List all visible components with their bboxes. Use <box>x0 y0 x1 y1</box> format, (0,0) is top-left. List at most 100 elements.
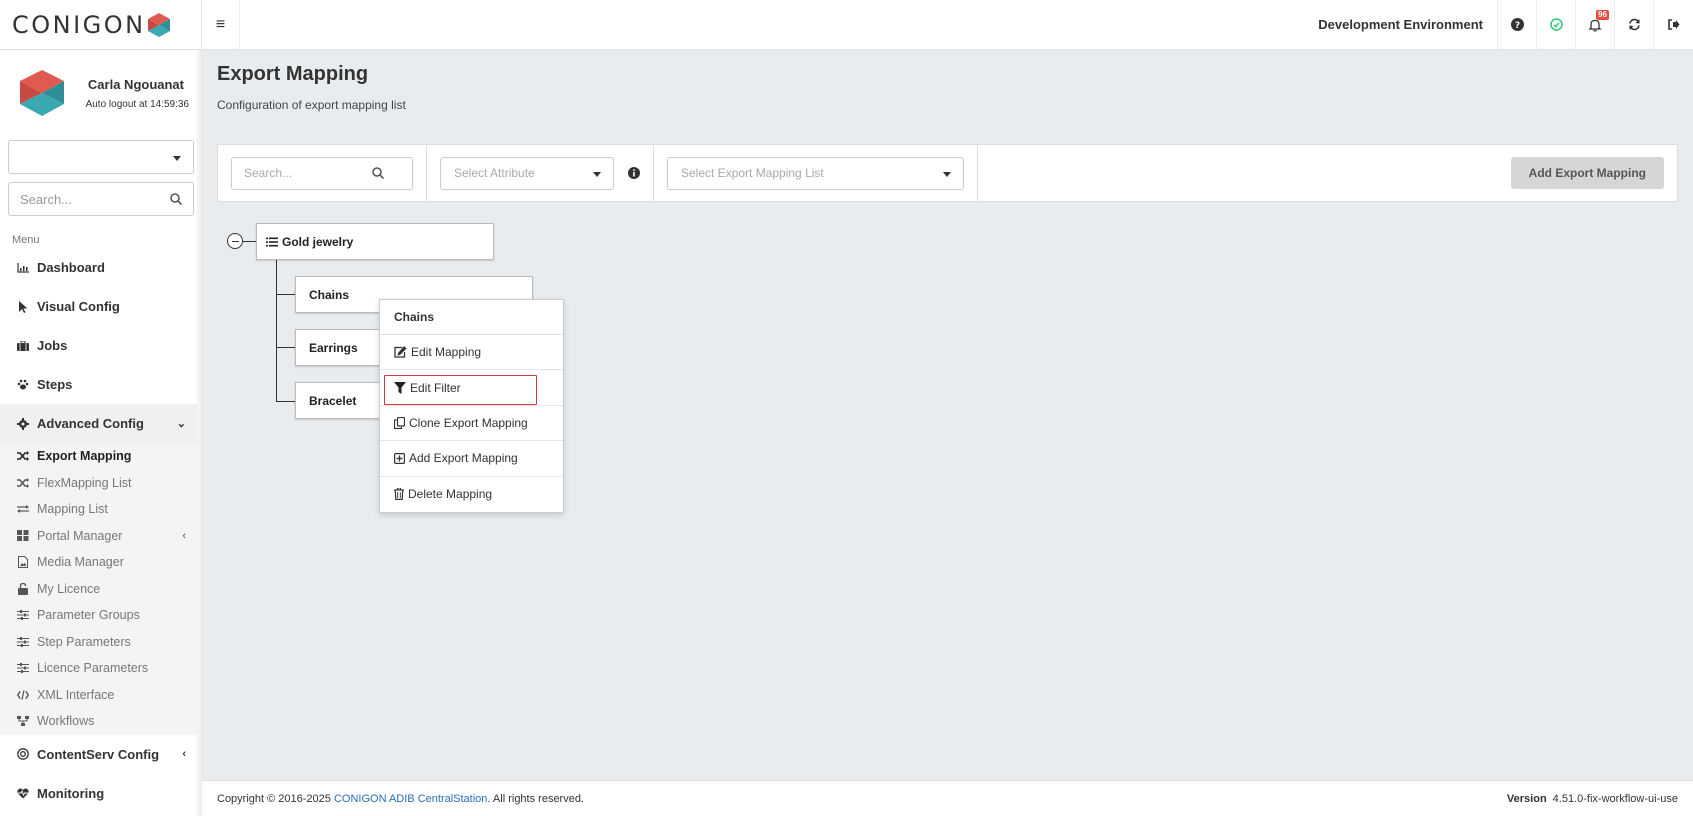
sidebar-item-label: Licence Parameters <box>37 661 149 676</box>
sidebar-item-workflows[interactable]: Workflows <box>0 708 201 735</box>
select-attribute-placeholder: Select Attribute <box>454 166 535 180</box>
help-icon[interactable]: ? <box>1498 0 1537 50</box>
brand-link[interactable]: CONIGON ADIB CentralStation <box>334 793 487 805</box>
sidebar-item-licence-parameters[interactable]: Licence Parameters <box>0 655 201 682</box>
tree-connector <box>276 260 277 402</box>
sidebar-item-my-licence[interactable]: My Licence <box>0 576 201 603</box>
sidebar-item-visual-config[interactable]: Visual Config <box>0 287 201 326</box>
gear-icon <box>17 417 29 430</box>
chart-icon <box>17 262 29 273</box>
sliders-icon <box>17 663 29 674</box>
shuffle-icon <box>17 477 29 488</box>
sidebar-item-contentserv-config[interactable]: ContentServ Config ‹ <box>0 735 201 774</box>
context-menu-delete-mapping[interactable]: Delete Mapping <box>380 477 563 512</box>
context-menu-label: Clone Export Mapping <box>409 415 528 430</box>
context-menu: Chains Edit Mapping Edit Filter Clone Ex… <box>379 299 564 513</box>
sidebar-item-label: Monitoring <box>37 785 105 801</box>
sidebar-item-steps[interactable]: Steps <box>0 365 201 404</box>
sidebar-item-label: Portal Manager <box>37 528 123 543</box>
sidebar-item-advanced-config[interactable]: Advanced Config ⌄ <box>0 404 201 443</box>
sidebar-item-mapping-list[interactable]: Mapping List <box>0 496 201 523</box>
sidebar-item-monitoring[interactable]: Monitoring <box>0 774 201 813</box>
search-icon[interactable] <box>159 193 193 205</box>
toolbar-search-cell <box>218 145 427 201</box>
sidebar-item-label: Jobs <box>37 338 68 353</box>
sidebar-item-dashboard[interactable]: Dashboard <box>0 248 201 287</box>
auto-logout-text: Auto logout at 14:59:36 <box>85 99 189 110</box>
toolbar-attribute-cell: Select Attribute <box>427 145 654 201</box>
code-icon <box>17 690 29 700</box>
page-title: Export Mapping <box>217 63 369 85</box>
sidebar-search-input[interactable] <box>9 191 159 207</box>
sliders-icon <box>17 636 29 647</box>
select-export-mapping-list-dropdown[interactable]: Select Export Mapping List <box>667 156 964 190</box>
heartbeat-icon <box>17 788 29 799</box>
sidebar-item-jobs[interactable]: Jobs <box>0 326 201 365</box>
sidebar-item-label: FlexMapping List <box>37 475 132 490</box>
exchange-icon <box>17 504 29 514</box>
version-value: 4.51.0-fix-workflow-ui-use <box>1552 792 1678 805</box>
logout-icon[interactable] <box>1654 0 1693 50</box>
shuffle-icon <box>17 451 29 462</box>
toolbar-search-input[interactable] <box>232 166 372 180</box>
filter-icon <box>394 381 406 394</box>
plus-square-icon <box>394 452 405 464</box>
notification-badge: 96 <box>1596 9 1609 20</box>
version-label: Version <box>1506 792 1547 805</box>
sidebar-item-label: Workflows <box>37 714 95 729</box>
menu-header: Menu <box>12 234 40 246</box>
tree-connector <box>276 401 296 402</box>
notifications-bell-icon[interactable]: 96 <box>1576 0 1615 50</box>
sidebar-item-portal-manager[interactable]: Portal Manager ‹ <box>0 523 201 550</box>
context-menu-label: Edit Filter <box>410 380 461 395</box>
sidebar-item-label: Mapping List <box>37 502 108 517</box>
user-panel: Carla Ngouanat Auto logout at 14:59:36 <box>0 50 201 140</box>
refresh-icon[interactable] <box>1615 0 1654 50</box>
add-export-mapping-button[interactable]: Add Export Mapping <box>1510 157 1664 189</box>
sidebar-item-label: XML Interface <box>37 687 115 702</box>
sidebar-item-label: Advanced Config <box>37 416 144 431</box>
sidebar-item-label: Steps <box>37 377 73 392</box>
edit-icon <box>394 346 407 358</box>
sidebar-item-media-manager[interactable]: Media Manager <box>0 549 201 576</box>
user-name: Carla Ngouanat <box>87 77 184 92</box>
sidebar-item-step-parameters[interactable]: Step Parameters <box>0 629 201 656</box>
tree-connector <box>276 294 296 295</box>
search-icon[interactable] <box>372 167 384 179</box>
sidebar-item-label: Visual Config <box>37 299 120 314</box>
tree-node-label: Bracelet <box>309 393 357 408</box>
context-menu-add-export-mapping[interactable]: Add Export Mapping <box>380 441 563 477</box>
toolbar-search <box>231 156 413 190</box>
sidebar-item-parameter-groups[interactable]: Parameter Groups <box>0 602 201 629</box>
sidebar-item-flexmapping-list[interactable]: FlexMapping List <box>0 470 201 497</box>
sitemap-icon <box>17 716 29 727</box>
sliders-icon <box>17 610 29 621</box>
pointer-icon <box>17 300 29 313</box>
avatar-logo-icon <box>20 70 64 116</box>
grid-icon <box>17 530 29 542</box>
unlock-icon <box>17 582 29 595</box>
tree-node-root[interactable]: Gold jewelry <box>256 223 494 260</box>
context-menu-clone-export-mapping[interactable]: Clone Export Mapping <box>380 406 563 442</box>
info-icon[interactable] <box>628 167 640 179</box>
sidebar-item-xml-interface[interactable]: XML Interface <box>0 682 201 709</box>
logo[interactable]: CONIGON <box>0 0 202 50</box>
hamburger-menu-icon[interactable]: ≡ <box>202 0 240 50</box>
paw-icon <box>17 379 29 390</box>
footer: Copyright © 2016-2025 CONIGON ADIB Centr… <box>202 780 1693 816</box>
sidebar-dropdown[interactable] <box>8 140 194 174</box>
sidebar-item-label: My Licence <box>37 581 101 596</box>
sidebar-item-label: Export Mapping <box>37 449 132 464</box>
status-ok-icon[interactable] <box>1537 0 1576 50</box>
top-navbar: ≡ Development Environment ? 96 <box>202 0 1693 50</box>
sidebar-item-label: ContentServ Config <box>37 746 160 762</box>
logo-text: CONIGON <box>12 10 146 39</box>
chevron-down-icon: ⌄ <box>176 418 186 430</box>
tree-node-label: Chains <box>309 287 350 302</box>
context-menu-edit-filter[interactable]: Edit Filter <box>380 370 563 406</box>
collapse-tree-icon[interactable] <box>227 233 243 249</box>
context-menu-edit-mapping[interactable]: Edit Mapping <box>380 335 563 371</box>
sidebar-item-export-mapping[interactable]: Export Mapping <box>0 443 201 470</box>
sidebar-scrollbar[interactable] <box>197 50 201 816</box>
select-attribute-dropdown[interactable]: Select Attribute <box>440 156 614 190</box>
